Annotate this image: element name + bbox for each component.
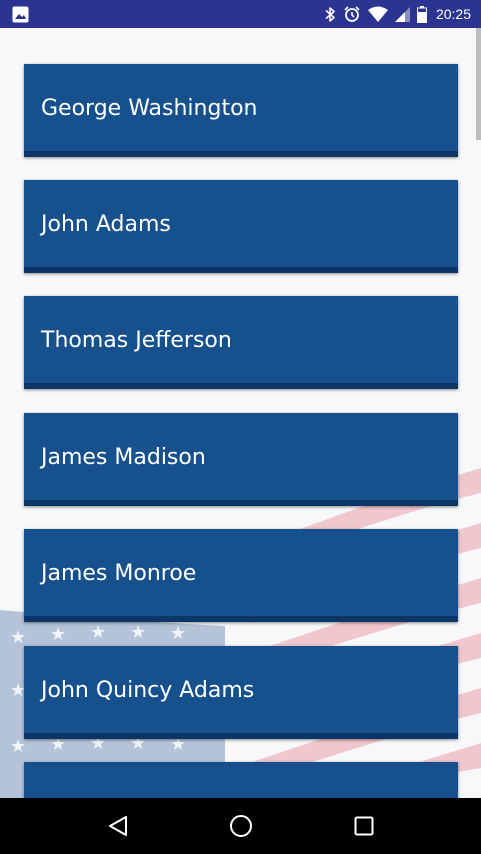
list-item[interactable]: John Adams [24, 180, 458, 273]
back-icon [108, 816, 127, 836]
content-area: ★★★★★ ★★★★★ ★★★★★ ★★★★★ ★★★★★ ★★★★★ Geor… [0, 28, 481, 798]
list-item[interactable]: Thomas Jefferson [24, 296, 458, 389]
home-button[interactable] [217, 802, 265, 850]
list-item[interactable]: George Washington [24, 64, 458, 157]
back-button[interactable] [94, 802, 142, 850]
navigation-bar [0, 798, 481, 854]
battery-icon [416, 5, 427, 23]
status-time: 20:25 [435, 6, 471, 22]
bluetooth-icon [324, 6, 336, 23]
home-icon [229, 815, 252, 837]
recents-button[interactable] [340, 802, 388, 850]
alarm-icon [343, 5, 361, 23]
president-list: George Washington John Adams Thomas Jeff… [0, 28, 481, 798]
list-item[interactable] [24, 762, 458, 798]
signal-icon [394, 6, 410, 22]
status-bar: 20:25 [0, 0, 481, 28]
list-item[interactable]: James Monroe [24, 529, 458, 622]
list-item[interactable]: James Madison [24, 413, 458, 506]
list-item[interactable]: John Quincy Adams [24, 646, 458, 739]
scrollbar[interactable] [476, 28, 481, 140]
image-icon [12, 6, 29, 23]
wifi-icon [367, 6, 388, 22]
recents-icon [354, 816, 373, 836]
